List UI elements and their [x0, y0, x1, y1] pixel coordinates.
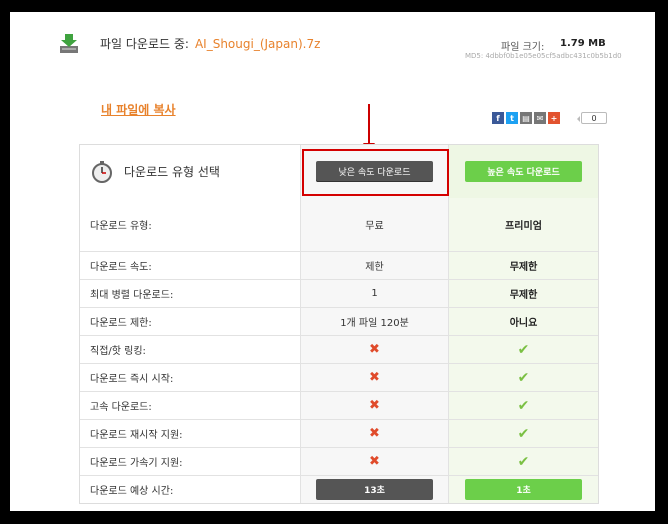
facebook-icon[interactable]: f	[492, 112, 504, 124]
slow-cell: 무료	[300, 198, 448, 251]
print-icon[interactable]: ▤	[520, 112, 532, 124]
slow-value: 무료	[365, 221, 384, 232]
slow-header-cell: 낮은 속도 다운로드	[300, 145, 449, 198]
slow-cell: ✖	[300, 392, 448, 419]
row-label: 다운로드 유형:	[80, 198, 300, 251]
row-label-text: 고속 다운로드:	[90, 402, 152, 413]
fast-cell: ✔	[448, 392, 598, 419]
row-label: 최대 병렬 다운로드:	[80, 280, 300, 307]
file-title: 파일 다운로드 중: AI_Shougi_(Japan).7z	[100, 35, 320, 52]
check-icon: ✔	[517, 397, 530, 414]
row-label: 다운로드 속도:	[80, 252, 300, 279]
fast-cell: ✔	[448, 336, 598, 363]
table-row: 직접/핫 링킹: ✖ ✔	[80, 335, 598, 363]
fast-value: 무제한	[509, 290, 538, 301]
md5-hash: MD5: 4dbbf0b1e05e05cf5adbc431c0b5b1d0	[465, 52, 622, 60]
file-size-label: 파일 크기:	[501, 42, 545, 53]
table-header-row: 다운로드 유형 선택 낮은 속도 다운로드 높은 속도 다운로드	[80, 145, 598, 198]
stopwatch-icon	[92, 160, 112, 183]
row-label: 다운로드 예상 시간:	[90, 486, 174, 497]
slow-cell: 1	[300, 280, 448, 307]
table-row: 다운로드 재시작 지원: ✖ ✔	[80, 419, 598, 447]
twitter-icon[interactable]: t	[506, 112, 518, 124]
row-label-text: 최대 병렬 다운로드:	[90, 290, 174, 301]
fast-value: 아니요	[509, 318, 538, 329]
fast-cell: 무제한	[448, 280, 598, 307]
table-row: 고속 다운로드: ✖ ✔	[80, 391, 598, 419]
row-label-text: 직접/핫 링킹:	[90, 346, 146, 357]
fast-header-cell: 높은 속도 다운로드	[448, 145, 598, 198]
plus-icon[interactable]: +	[548, 112, 560, 124]
slow-time-badge: 13초	[316, 479, 433, 500]
slow-cell: 13초	[300, 476, 448, 503]
row-label-text: 다운로드 속도:	[90, 262, 152, 273]
fast-cell: 아니요	[448, 308, 598, 335]
x-icon: ✖	[369, 370, 380, 385]
file-name: AI_Shougi_(Japan).7z	[194, 37, 321, 51]
email-icon[interactable]: ✉	[534, 112, 546, 124]
table-row: 다운로드 가속기 지원: ✖ ✔	[80, 447, 598, 475]
row-label: 다운로드 재시작 지원:	[80, 420, 300, 447]
table-row: 다운로드 즉시 시작: ✖ ✔	[80, 363, 598, 391]
x-icon: ✖	[369, 398, 380, 413]
copy-to-my-files-link[interactable]: 내 파일에 복사	[101, 101, 176, 118]
table-row: 다운로드 제한: 1개 파일 120분 아니요	[80, 307, 598, 335]
row-label-text: 다운로드 가속기 지원:	[90, 458, 183, 469]
header-cell: 다운로드 유형 선택	[80, 145, 300, 198]
table-header-label: 다운로드 유형 선택	[124, 165, 220, 179]
fast-value: 무제한	[509, 262, 538, 273]
file-size-value: 1.79 MB	[560, 38, 606, 49]
fast-cell: 무제한	[448, 252, 598, 279]
table-row: 다운로드 속도: 제한 무제한	[80, 251, 598, 279]
slow-download-button[interactable]: 낮은 속도 다운로드	[302, 149, 449, 196]
fast-cell: 1초	[448, 476, 598, 503]
share-count: 0	[577, 112, 607, 124]
estimated-time-row: 다운로드 예상 시간: 13초 1초	[80, 475, 598, 503]
row-label-text: 다운로드 제한:	[90, 318, 152, 329]
fast-cell: ✔	[448, 448, 598, 475]
row-label: 직접/핫 링킹:	[80, 336, 300, 363]
share-buttons: f t ▤ ✉ +	[492, 112, 560, 124]
x-icon: ✖	[369, 342, 380, 357]
slow-value: 제한	[365, 262, 384, 273]
slow-cell: ✖	[300, 420, 448, 447]
x-icon: ✖	[369, 454, 380, 469]
slow-cell: 1개 파일 120분	[300, 308, 448, 335]
file-title-label: 파일 다운로드 중:	[100, 37, 189, 51]
fast-cell: 프리미엄	[448, 198, 598, 251]
fast-value: 프리미엄	[505, 221, 542, 232]
slow-cell: ✖	[300, 364, 448, 391]
x-icon: ✖	[369, 426, 380, 441]
check-icon: ✔	[517, 425, 530, 442]
slow-value: 1	[371, 288, 378, 299]
slow-cell: ✖	[300, 448, 448, 475]
check-icon: ✔	[517, 341, 530, 358]
red-arrow-annotation	[363, 104, 375, 152]
row-label: 다운로드 즉시 시작:	[80, 364, 300, 391]
download-type-table: 다운로드 유형 선택 낮은 속도 다운로드 높은 속도 다운로드 다운로드 유형…	[79, 144, 599, 504]
table-row: 다운로드 유형: 무료 프리미엄	[80, 198, 598, 251]
row-label: 다운로드 가속기 지원:	[80, 448, 300, 475]
row-label-text: 다운로드 재시작 지원:	[90, 430, 183, 441]
fast-cell: ✔	[448, 364, 598, 391]
slow-cell: ✖	[300, 336, 448, 363]
fast-time-badge: 1초	[465, 479, 582, 500]
check-icon: ✔	[517, 369, 530, 386]
fast-download-button[interactable]: 높은 속도 다운로드	[465, 161, 582, 182]
download-page: 파일 다운로드 중: AI_Shougi_(Japan).7z 파일 크기: 1.…	[10, 12, 655, 511]
slow-cell: 제한	[300, 252, 448, 279]
row-label-text: 다운로드 유형:	[90, 221, 152, 232]
row-label: 고속 다운로드:	[80, 392, 300, 419]
slow-value: 1개 파일 120분	[340, 318, 409, 329]
download-icon	[60, 34, 78, 53]
row-label-text: 다운로드 즉시 시작:	[90, 374, 174, 385]
check-icon: ✔	[517, 453, 530, 470]
table-row: 최대 병렬 다운로드: 1 무제한	[80, 279, 598, 307]
row-label: 다운로드 제한:	[80, 308, 300, 335]
fast-cell: ✔	[448, 420, 598, 447]
